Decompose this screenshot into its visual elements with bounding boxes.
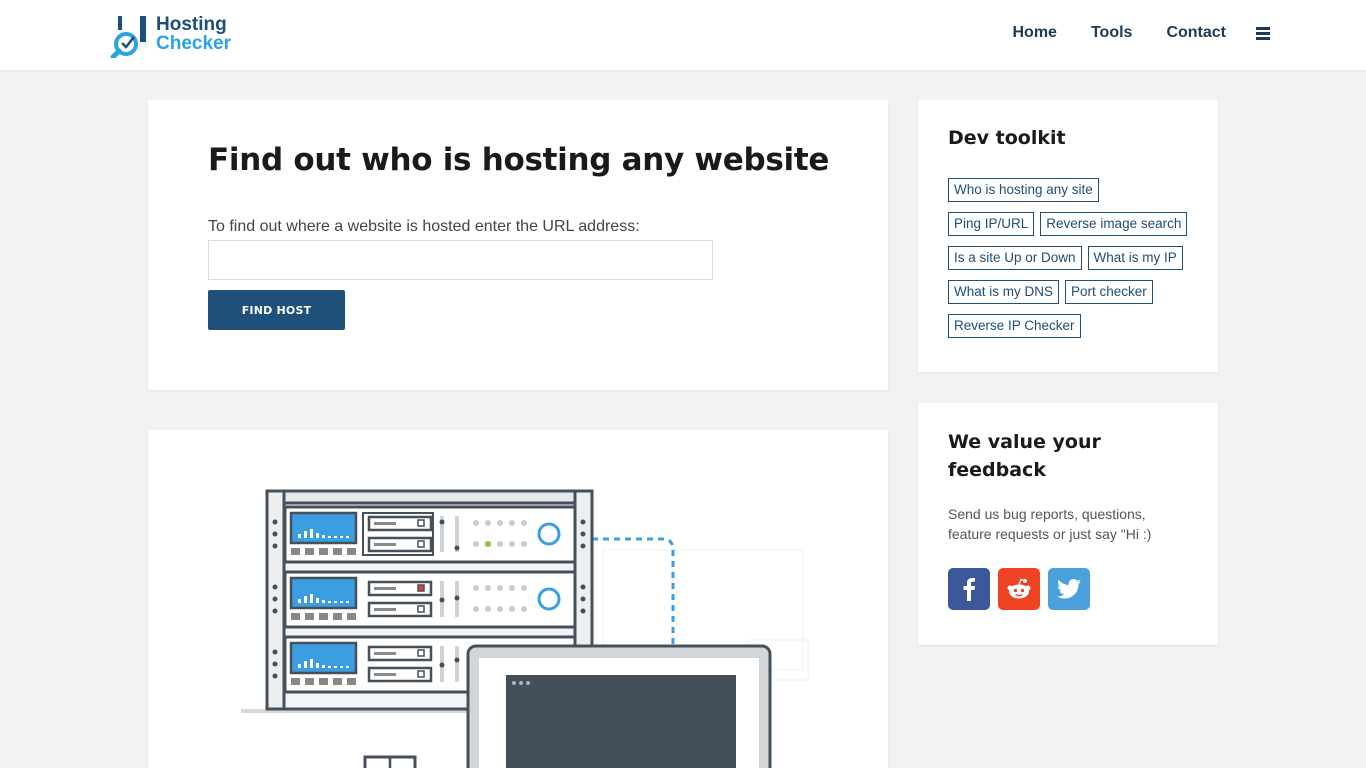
feedback-card: We value your feedback Send us bug repor… (918, 403, 1218, 645)
find-host-button[interactable]: FIND HOST (208, 290, 345, 330)
tag-reverse-image-search[interactable]: Reverse image search (1040, 212, 1188, 236)
dev-toolkit-title: Dev toolkit (948, 127, 1066, 149)
url-input[interactable] (208, 240, 713, 280)
nav-home-link[interactable]: Home (1013, 24, 1057, 42)
logo-line-2: Checker (156, 33, 231, 54)
twitter-button[interactable] (1048, 568, 1090, 610)
nav-tools-link[interactable]: Tools (1091, 24, 1132, 42)
logo-line-1: Hosting (156, 14, 227, 35)
page-title: Find out who is hosting any website (208, 142, 830, 178)
logo-text: Hosting Checker (156, 15, 231, 53)
social-links (948, 568, 1098, 610)
tag-what-is-my-ip[interactable]: What is my IP (1087, 246, 1183, 270)
twitter-icon (1057, 579, 1081, 599)
server-illustration-card (148, 430, 888, 768)
tag-is-site-up-or-down[interactable]: Is a site Up or Down (948, 246, 1082, 270)
url-prompt-label: To find out where a website is hosted en… (208, 218, 640, 235)
facebook-button[interactable] (948, 568, 990, 610)
reddit-button[interactable] (998, 568, 1040, 610)
top-navigation-bar: Hosting Checker Home Tools Contact (0, 0, 1366, 70)
tag-ping-ip-url[interactable]: Ping IP/URL (948, 212, 1035, 236)
facebook-icon (963, 578, 975, 601)
logo-mark-icon (110, 16, 146, 58)
server-rack-illustration (241, 489, 809, 768)
server-unit-2 (283, 570, 577, 629)
server-unit-1 (283, 505, 577, 564)
tag-what-is-my-dns[interactable]: What is my DNS (948, 280, 1060, 304)
tag-port-checker[interactable]: Port checker (1065, 280, 1153, 304)
hosting-checker-logo[interactable]: Hosting Checker (110, 12, 240, 60)
tag-reverse-ip-checker[interactable]: Reverse IP Checker (948, 314, 1081, 338)
feedback-description: Send us bug reports, questions, feature … (948, 506, 1152, 542)
reddit-icon (1007, 578, 1031, 599)
main-nav: Home Tools Contact (979, 24, 1270, 42)
host-search-card: Find out who is hosting any website To f… (148, 100, 888, 390)
feedback-title: We value your feedback (948, 431, 1101, 481)
monitor-illustration (466, 644, 772, 768)
nav-contact-link[interactable]: Contact (1166, 24, 1226, 42)
tag-who-is-hosting[interactable]: Who is hosting any site (948, 178, 1099, 202)
dev-toolkit-card: Dev toolkit Who is hosting any site Ping… (918, 100, 1218, 372)
toolkit-tag-list: Who is hosting any site Ping IP/URL Reve… (948, 178, 1198, 348)
hamburger-icon[interactable] (1256, 26, 1270, 40)
